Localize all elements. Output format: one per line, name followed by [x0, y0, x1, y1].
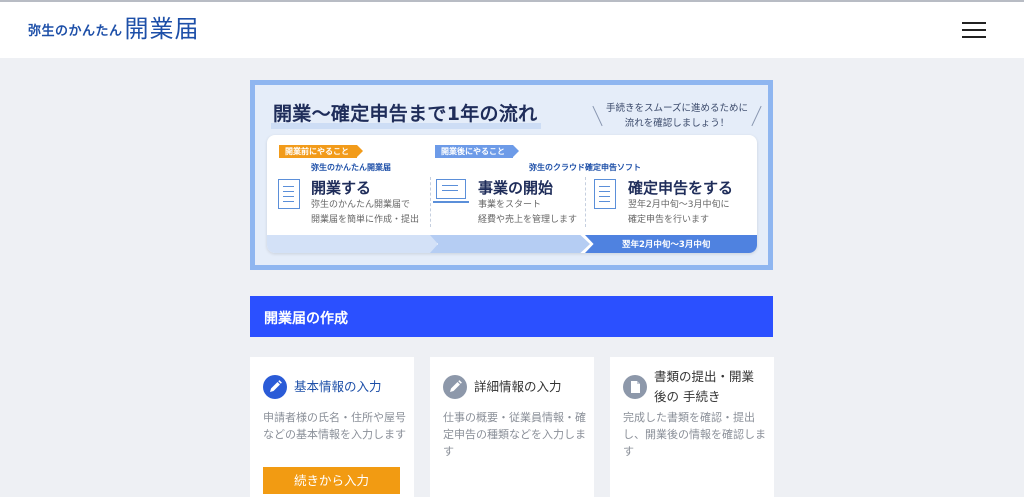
step-open-title: 開業する — [311, 179, 372, 197]
card-submit[interactable]: 書類の提出・開業 後の 手続き 完成した書類を確認・提出し、開業後の情報を確認し… — [610, 357, 774, 497]
step-open-desc-line2: 開業届を簡単に作成・提出 — [311, 215, 420, 225]
step-start-desc-line1: 事業をスタート — [478, 200, 542, 210]
pencil-icon — [443, 375, 467, 399]
divider — [430, 177, 431, 227]
step-open-desc: 弥生のかんたん開業届で 開業届を簡単に作成・提出 — [311, 198, 419, 228]
step-tax-desc-line2: 確定申告を行います — [628, 215, 710, 225]
pencil-icon — [263, 375, 287, 399]
section-header: 開業届の作成 — [250, 296, 773, 337]
document-icon — [623, 375, 647, 399]
logo-small-text: 弥生のかんたん — [28, 24, 123, 39]
sub-label-after: 弥生のクラウド確定申告ソフト — [529, 163, 641, 172]
timeline-arrow-before — [267, 235, 437, 253]
step-start-desc: 事業をスタート 経費や売上を管理します — [478, 198, 577, 228]
card-detail-info-desc: 仕事の概要・従業員情報・確定申告の種類などを入力します — [443, 411, 586, 458]
card-submit-title-line1: 書類の提出・開業 — [654, 369, 755, 384]
sub-label-before: 弥生のかんたん開業届 — [311, 163, 391, 172]
laptop-base — [433, 201, 469, 203]
flow-note-line1: 手続きをスムーズに進めるために — [605, 103, 749, 114]
divider — [585, 177, 586, 227]
step-tax-desc-line1: 翌年2月中旬〜3月中旬に — [628, 200, 730, 210]
flow-title: 開業〜確定申告まで1年の流れ — [273, 103, 538, 125]
step-start-desc-line2: 経費や売上を管理します — [478, 215, 578, 225]
logo[interactable]: 弥生のかんたん 開業届 — [28, 16, 200, 42]
card-submit-title-line2: 後の 手続き — [654, 389, 721, 404]
step-tax-title: 確定申告をする — [628, 179, 734, 197]
step-tax-desc: 翌年2月中旬〜3月中旬に 確定申告を行います — [628, 198, 729, 228]
logo-large-text: 開業届 — [124, 15, 200, 43]
flow-timeline-card: 開業前にやること 開業後にやること 弥生のかんたん開業届 弥生のクラウド確定申告… — [267, 135, 757, 253]
tag-after-opening: 開業後にやること — [435, 145, 519, 158]
card-submit-desc: 完成した書類を確認・提出し、開業後の情報を確認します — [623, 411, 766, 458]
laptop-icon — [436, 179, 466, 199]
tag-before-opening: 開業前にやること — [279, 145, 363, 158]
continue-input-button[interactable]: 続きから入力 — [263, 467, 400, 494]
card-basic-info[interactable]: 基本情報の入力 申請者様の氏名・住所や屋号などの基本情報を入力します 続きから入… — [250, 357, 414, 497]
flow-note: 手続きをスムーズに進めるために 流れを確認しましょう！ — [597, 101, 757, 131]
flow-banner: 開業〜確定申告まで1年の流れ 手続きをスムーズに進めるために 流れを確認しましょ… — [250, 80, 773, 270]
card-submit-title: 書類の提出・開業 後の 手続き — [654, 367, 754, 407]
step-open-desc-line1: 弥生のかんたん開業届で — [311, 200, 411, 210]
card-basic-info-title: 基本情報の入力 — [294, 379, 382, 394]
tax-period-label: 翌年2月中旬〜3月中旬 — [622, 240, 711, 250]
timeline-arrow-business — [430, 235, 590, 253]
card-detail-info-title: 詳細情報の入力 — [474, 379, 562, 394]
hamburger-menu-icon[interactable] — [962, 20, 988, 40]
site-header: 弥生のかんたん 開業届 — [0, 0, 1024, 58]
section-title: 開業届の作成 — [264, 311, 348, 327]
card-detail-info[interactable]: 詳細情報の入力 仕事の概要・従業員情報・確定申告の種類などを入力します — [430, 357, 594, 497]
document-icon — [594, 179, 616, 209]
step-start-title: 事業の開始 — [478, 179, 554, 197]
document-icon — [278, 179, 300, 209]
card-basic-info-desc: 申請者様の氏名・住所や屋号などの基本情報を入力します — [263, 411, 406, 441]
flow-note-line2: 流れを確認しましょう！ — [624, 118, 730, 129]
